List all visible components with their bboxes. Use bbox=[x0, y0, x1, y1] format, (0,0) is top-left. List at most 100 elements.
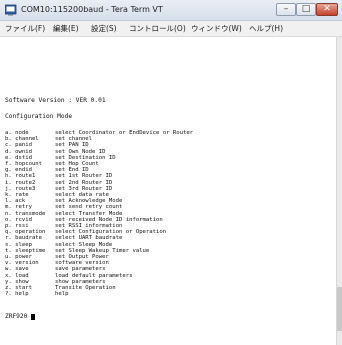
command-description: set Sleep Wakeup Timer value bbox=[55, 247, 150, 254]
menu-settings[interactable]: 設定(S) bbox=[91, 23, 117, 34]
menu-help[interactable]: ヘルプ(H) bbox=[249, 23, 283, 34]
command-row: y. show show parameters bbox=[5, 279, 325, 285]
command-name: b. channel bbox=[5, 136, 39, 143]
command-row: r. baudrate select UART baudrate bbox=[5, 235, 325, 241]
command-row: d. ownid set Own Node ID bbox=[5, 149, 325, 155]
menu-control[interactable]: コントロール(O) bbox=[129, 23, 186, 34]
configuration-mode-header: Configuration Mode bbox=[5, 113, 73, 120]
command-row: m. retry set send retry count bbox=[5, 204, 325, 210]
command-row: j. route3 set 3rd Router ID bbox=[5, 186, 325, 192]
command-row: n. transmode select Transfer Mode bbox=[5, 211, 325, 217]
command-description: set 3rd Router ID bbox=[55, 185, 113, 192]
command-description: set received Node ID information bbox=[55, 216, 163, 223]
command-row: f. hopcount set Hop Count bbox=[5, 161, 325, 167]
minimize-button[interactable]: – bbox=[276, 3, 296, 16]
command-row: o. rcvid set received Node ID information bbox=[5, 217, 325, 223]
command-row: u. power set Output Power bbox=[5, 254, 325, 260]
command-description: set send retry count bbox=[55, 204, 123, 211]
command-row: e. dstid set Destination ID bbox=[5, 155, 325, 161]
command-name: e. dstid bbox=[5, 154, 32, 161]
command-description: set Hop Count bbox=[55, 161, 99, 167]
command-description: select Transfer Mode bbox=[55, 210, 123, 217]
command-description: set Own Node ID bbox=[55, 148, 106, 155]
command-description: select Configuration or Operation bbox=[55, 229, 167, 236]
title-bar[interactable]: COM10:115200baud - Tera Term VT – □ ✕ bbox=[0, 0, 342, 21]
command-name: w. save bbox=[5, 266, 29, 273]
command-name: f. hopcount bbox=[5, 161, 43, 167]
command-name: x. load bbox=[5, 272, 29, 279]
command-name: a. node bbox=[5, 130, 29, 136]
command-description: select data rate bbox=[55, 192, 109, 198]
command-row: a. node select Coordinator or EndDevice o… bbox=[5, 130, 325, 136]
command-description: select Sleep Mode bbox=[55, 241, 113, 248]
command-description: save parameters bbox=[55, 266, 106, 273]
maximize-button[interactable]: □ bbox=[296, 3, 316, 16]
command-description: set channel bbox=[55, 136, 93, 143]
command-name: p. rssi bbox=[5, 223, 29, 229]
vertical-scrollbar[interactable] bbox=[336, 37, 342, 345]
command-description: set 2nd Router ID bbox=[55, 179, 113, 186]
command-row: g. endid set End ID bbox=[5, 167, 325, 173]
command-row: s. sleep select Sleep Mode bbox=[5, 242, 325, 248]
command-name: u. power bbox=[5, 254, 32, 260]
close-icon: ✕ bbox=[323, 4, 331, 14]
command-description: set PAN ID bbox=[55, 142, 89, 149]
terminal-window: COM10:115200baud - Tera Term VT – □ ✕ ファ… bbox=[0, 0, 342, 345]
command-row: h. route1 set 1st Router ID bbox=[5, 173, 325, 179]
maximize-icon: □ bbox=[301, 4, 311, 14]
command-name: ?. help bbox=[5, 291, 29, 298]
command-name: m. retry bbox=[5, 204, 32, 211]
menu-bar: ファイル(F) 編集(E) 設定(S) コントロール(O) ウィンドウ(W) ヘ… bbox=[0, 21, 342, 37]
command-name: h. route1 bbox=[5, 173, 36, 180]
command-row: ?. help help bbox=[5, 291, 325, 297]
command-description: show parameters bbox=[55, 278, 106, 285]
command-name: q. operation bbox=[5, 229, 46, 236]
command-description: set RSSI information bbox=[55, 223, 123, 229]
command-description: set Acknowledge Mode bbox=[55, 198, 123, 205]
command-name: j. route3 bbox=[5, 185, 36, 192]
command-name: y. show bbox=[5, 278, 29, 285]
command-name: n. transmode bbox=[5, 210, 46, 217]
software-version-line: Software Version : VER 0.01 bbox=[5, 97, 106, 104]
command-row: i. route2 set 2nd Router ID bbox=[5, 180, 325, 186]
command-name: g. endid bbox=[5, 167, 32, 174]
command-description: select Coordinator or EndDevice or Route… bbox=[55, 130, 194, 136]
command-row: k. rate select data rate bbox=[5, 192, 325, 198]
command-row: x. load load default parameters bbox=[5, 273, 325, 279]
command-name: d. ownid bbox=[5, 148, 32, 155]
terminal-screen[interactable]: Software Version : VER 0.01 Configuratio… bbox=[0, 37, 336, 345]
command-row: q. operation select Configuration or Oper… bbox=[5, 229, 325, 235]
command-description: help bbox=[55, 291, 69, 298]
close-button[interactable]: ✕ bbox=[316, 3, 338, 16]
command-name: c. panid bbox=[5, 142, 32, 149]
command-name: k. rate bbox=[5, 192, 29, 198]
command-name: o. rcvid bbox=[5, 216, 32, 223]
menu-file[interactable]: ファイル(F) bbox=[5, 23, 45, 34]
command-description: select UART baudrate bbox=[55, 235, 123, 242]
menu-edit[interactable]: 編集(E) bbox=[53, 23, 79, 34]
tera-term-icon bbox=[5, 4, 17, 16]
minimize-icon: – bbox=[283, 4, 289, 14]
command-description: set Destination ID bbox=[55, 154, 116, 161]
command-row: w. save save parameters bbox=[5, 266, 325, 272]
command-row: z. start Transite Operation bbox=[5, 285, 325, 291]
command-row: l. ack set Acknowledge Mode bbox=[5, 198, 325, 204]
command-description: load default parameters bbox=[55, 272, 133, 279]
command-row: p. rssi set RSSI information bbox=[5, 223, 325, 229]
command-name: t. sleeptime bbox=[5, 247, 46, 254]
text-cursor bbox=[31, 314, 35, 320]
command-name: v. version bbox=[5, 260, 39, 267]
command-row: v. version software version bbox=[5, 260, 325, 266]
command-row: c. panid set PAN ID bbox=[5, 142, 325, 148]
scrollbar-thumb[interactable] bbox=[337, 287, 342, 331]
command-description: set Output Power bbox=[55, 254, 109, 260]
command-name: s. sleep bbox=[5, 241, 32, 248]
window-title: COM10:115200baud - Tera Term VT bbox=[21, 5, 163, 14]
command-description: set 1st Router ID bbox=[55, 173, 113, 180]
menu-window[interactable]: ウィンドウ(W) bbox=[191, 23, 242, 34]
command-name: z. start bbox=[5, 285, 32, 291]
command-description: Transite Operation bbox=[55, 285, 116, 291]
command-description: set End ID bbox=[55, 167, 89, 174]
command-name: r. baudrate bbox=[5, 235, 43, 242]
command-name: l. ack bbox=[5, 198, 26, 205]
